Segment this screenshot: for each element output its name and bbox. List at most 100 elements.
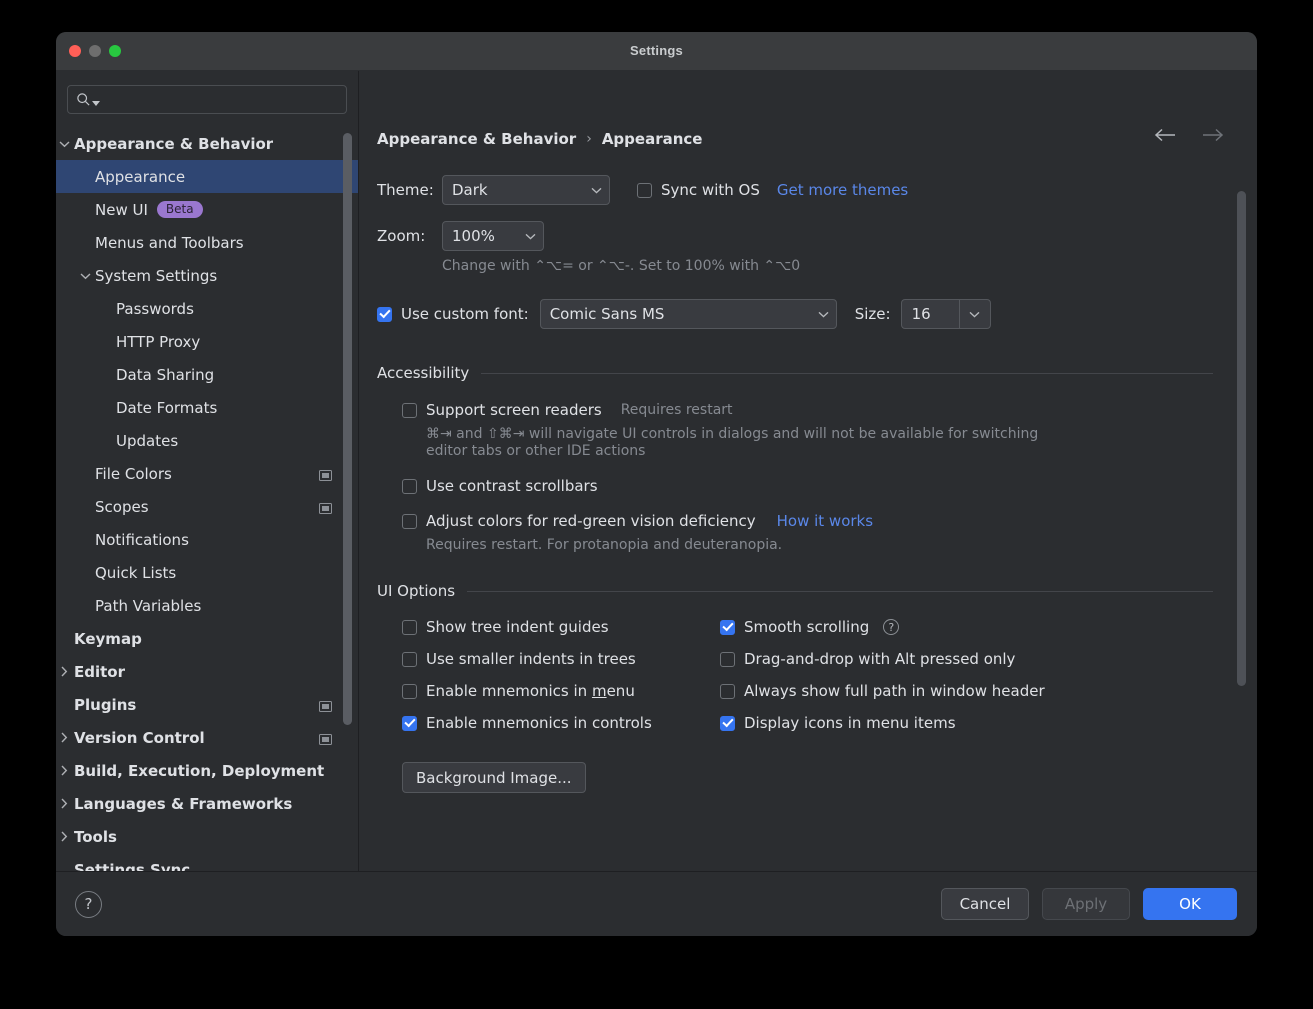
settings-sidebar: Appearance & Behavior Appearance New UI Bet… — [56, 71, 359, 871]
breadcrumb-current: Appearance — [601, 130, 703, 148]
color-deficiency-row[interactable]: Adjust colors for red-green vision defic… — [402, 512, 1213, 530]
ui-option-drag-and-drop-with-alt-pressed-only[interactable]: Drag-and-drop with Alt pressed only — [720, 650, 1213, 668]
custom-font-select[interactable]: Comic Sans MS — [539, 299, 837, 329]
ui-option-label: Drag-and-drop with Alt pressed only — [744, 650, 1016, 668]
ui-option-smooth-scrolling[interactable]: Smooth scrolling? — [720, 618, 1213, 636]
theme-label: Theme: — [377, 181, 434, 199]
ui-option-enable-mnemonics-in-menu[interactable]: Enable mnemonics in menu — [402, 682, 720, 700]
checkbox[interactable] — [720, 651, 735, 667]
sidebar-item-settings-sync[interactable]: Settings Sync — [56, 853, 358, 872]
sidebar-item-label: Scopes — [95, 497, 149, 516]
sidebar-item-languages-frameworks[interactable]: Languages & Frameworks — [56, 787, 358, 820]
ui-option-enable-mnemonics-in-controls[interactable]: Enable mnemonics in controls — [402, 714, 720, 732]
sidebar-item-data-sharing[interactable]: Data Sharing — [56, 358, 358, 391]
ui-option-show-tree-indent-guides[interactable]: Show tree indent guides — [402, 618, 720, 636]
ok-button[interactable]: OK — [1143, 888, 1237, 920]
how-it-works-link[interactable]: How it works — [777, 512, 873, 530]
chevron-down-icon[interactable] — [75, 272, 95, 280]
checkbox[interactable] — [720, 715, 735, 731]
chevron-right-icon[interactable] — [56, 666, 74, 677]
use-custom-font-checkbox[interactable] — [377, 306, 392, 322]
chevron-right-icon[interactable] — [56, 831, 74, 842]
checkbox[interactable] — [402, 715, 417, 731]
breadcrumb-separator-icon: › — [586, 131, 592, 147]
checkbox[interactable] — [720, 619, 735, 635]
sidebar-item-file-colors[interactable]: File Colors — [56, 457, 358, 490]
sidebar-item-label: HTTP Proxy — [116, 332, 201, 351]
sidebar-item-appearance-behavior[interactable]: Appearance & Behavior — [56, 127, 358, 160]
sync-with-os-row[interactable]: Sync with OS — [637, 181, 760, 199]
breadcrumb-parent[interactable]: Appearance & Behavior — [377, 130, 576, 148]
contrast-scrollbars-row[interactable]: Use contrast scrollbars — [402, 477, 1213, 495]
ui-option-label: Use smaller indents in trees — [426, 650, 636, 668]
chevron-right-icon[interactable] — [56, 732, 74, 743]
zoom-select[interactable]: 100% — [442, 221, 544, 251]
project-scope-icon — [319, 731, 332, 749]
ui-option-use-smaller-indents-in-trees[interactable]: Use smaller indents in trees — [402, 650, 720, 668]
sidebar-scrollbar[interactable] — [343, 129, 352, 863]
sidebar-item-passwords[interactable]: Passwords — [56, 292, 358, 325]
help-button[interactable]: ? — [75, 890, 102, 918]
sidebar-item-appearance[interactable]: Appearance — [56, 160, 358, 193]
use-contrast-scrollbars-checkbox[interactable] — [402, 478, 417, 494]
sidebar-item-updates[interactable]: Updates — [56, 424, 358, 457]
sidebar-item-scopes[interactable]: Scopes — [56, 490, 358, 523]
support-screen-readers-checkbox[interactable] — [402, 402, 417, 418]
search-dropdown-icon[interactable] — [92, 92, 100, 111]
ui-option-label: Always show full path in window header — [744, 682, 1045, 700]
project-scope-icon — [319, 698, 332, 716]
search-box[interactable] — [67, 85, 347, 114]
sidebar-item-system-settings[interactable]: System Settings — [56, 259, 358, 292]
background-image-button[interactable]: Background Image... — [402, 762, 586, 793]
sidebar-item-build-execution-deployment[interactable]: Build, Execution, Deployment — [56, 754, 358, 787]
sidebar-scrollbar-thumb[interactable] — [343, 133, 352, 725]
chevron-right-icon[interactable] — [56, 798, 74, 809]
sidebar-item-menus-and-toolbars[interactable]: Menus and Toolbars — [56, 226, 358, 259]
cancel-button[interactable]: Cancel — [941, 888, 1029, 920]
sidebar-item-version-control[interactable]: Version Control — [56, 721, 358, 754]
sidebar-item-label: Appearance & Behavior — [74, 134, 274, 153]
section-divider — [481, 372, 1213, 374]
search-input[interactable] — [100, 92, 338, 107]
adjust-colors-checkbox[interactable] — [402, 513, 417, 529]
ui-option-label: Display icons in menu items — [744, 714, 956, 732]
font-size-dropdown-icon[interactable] — [958, 300, 990, 328]
font-size-spinner[interactable]: 16 — [900, 299, 991, 329]
checkbox[interactable] — [402, 619, 417, 635]
back-arrow-icon[interactable] — [1154, 127, 1178, 147]
checkbox[interactable] — [402, 651, 417, 667]
sidebar-item-tools[interactable]: Tools — [56, 820, 358, 853]
help-icon[interactable]: ? — [883, 619, 900, 635]
ui-option-label: Smooth scrolling — [744, 618, 870, 636]
support-screen-readers-row[interactable]: Support screen readers Requires restart — [402, 401, 1213, 419]
sidebar-item-quick-lists[interactable]: Quick Lists — [56, 556, 358, 589]
checkbox[interactable] — [402, 683, 417, 699]
sidebar-item-new-ui[interactable]: New UI Beta — [56, 193, 358, 226]
sidebar-item-http-proxy[interactable]: HTTP Proxy — [56, 325, 358, 358]
ui-option-display-icons-in-menu-items[interactable]: Display icons in menu items — [720, 714, 1213, 732]
checkbox[interactable] — [720, 683, 735, 699]
window-body: Appearance & Behavior Appearance New UI Bet… — [56, 71, 1257, 871]
main-scrollbar-thumb[interactable] — [1237, 191, 1246, 686]
sync-with-os-checkbox[interactable] — [637, 182, 652, 198]
ui-option-always-show-full-path-in-window-header[interactable]: Always show full path in window header — [720, 682, 1213, 700]
project-scope-icon — [319, 467, 332, 485]
sidebar-item-path-variables[interactable]: Path Variables — [56, 589, 358, 622]
search-area — [56, 71, 358, 114]
sidebar-item-date-formats[interactable]: Date Formats — [56, 391, 358, 424]
font-size-value[interactable]: 16 — [902, 300, 959, 328]
settings-tree[interactable]: Appearance & Behavior Appearance New UI Bet… — [56, 127, 358, 871]
sidebar-item-label: System Settings — [95, 266, 218, 285]
sidebar-item-notifications[interactable]: Notifications — [56, 523, 358, 556]
sidebar-item-editor[interactable]: Editor — [56, 655, 358, 688]
forward-arrow-icon[interactable] — [1200, 127, 1224, 147]
adjust-colors-label: Adjust colors for red-green vision defic… — [426, 512, 756, 530]
sync-with-os-label: Sync with OS — [661, 181, 760, 199]
chevron-right-icon[interactable] — [56, 765, 74, 776]
chevron-down-icon[interactable] — [56, 140, 74, 148]
sidebar-item-keymap[interactable]: Keymap — [56, 622, 358, 655]
sidebar-item-plugins[interactable]: Plugins — [56, 688, 358, 721]
get-more-themes-link[interactable]: Get more themes — [777, 181, 908, 199]
theme-select[interactable]: Dark — [442, 175, 610, 205]
window-title: Settings — [630, 43, 683, 58]
